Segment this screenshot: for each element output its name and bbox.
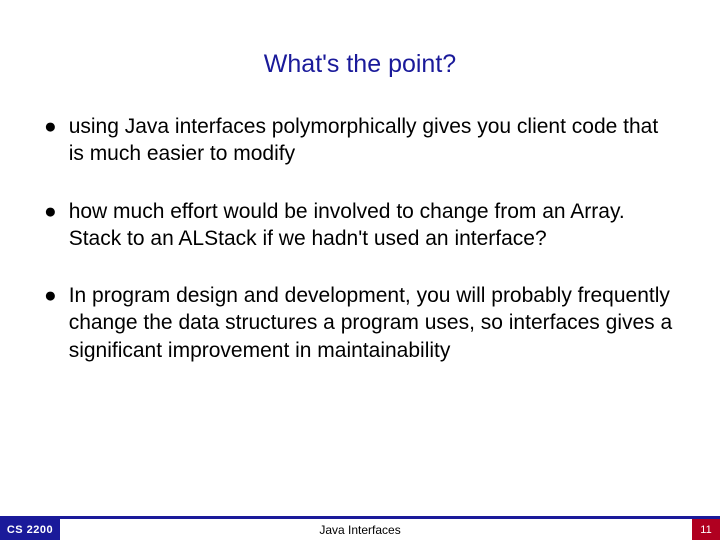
slide-footer: CS 2200 Java Interfaces 11 — [0, 516, 720, 540]
bullet-item: ● In program design and development, you… — [44, 282, 676, 364]
slide-content: ● using Java interfaces polymorphically … — [0, 113, 720, 364]
footer-page-number: 11 — [692, 519, 720, 540]
slide-title: What's the point? — [0, 0, 720, 113]
bullet-text: how much effort would be involved to cha… — [69, 198, 676, 253]
bullet-item: ● how much effort would be involved to c… — [44, 198, 676, 253]
bullet-dot-icon: ● — [44, 113, 57, 168]
footer-topic: Java Interfaces — [0, 519, 720, 540]
bullet-text: using Java interfaces polymorphically gi… — [69, 113, 676, 168]
bullet-item: ● using Java interfaces polymorphically … — [44, 113, 676, 168]
bullet-dot-icon: ● — [44, 282, 57, 364]
bullet-text: In program design and development, you w… — [69, 282, 676, 364]
slide: What's the point? ● using Java interface… — [0, 0, 720, 540]
bullet-dot-icon: ● — [44, 198, 57, 253]
